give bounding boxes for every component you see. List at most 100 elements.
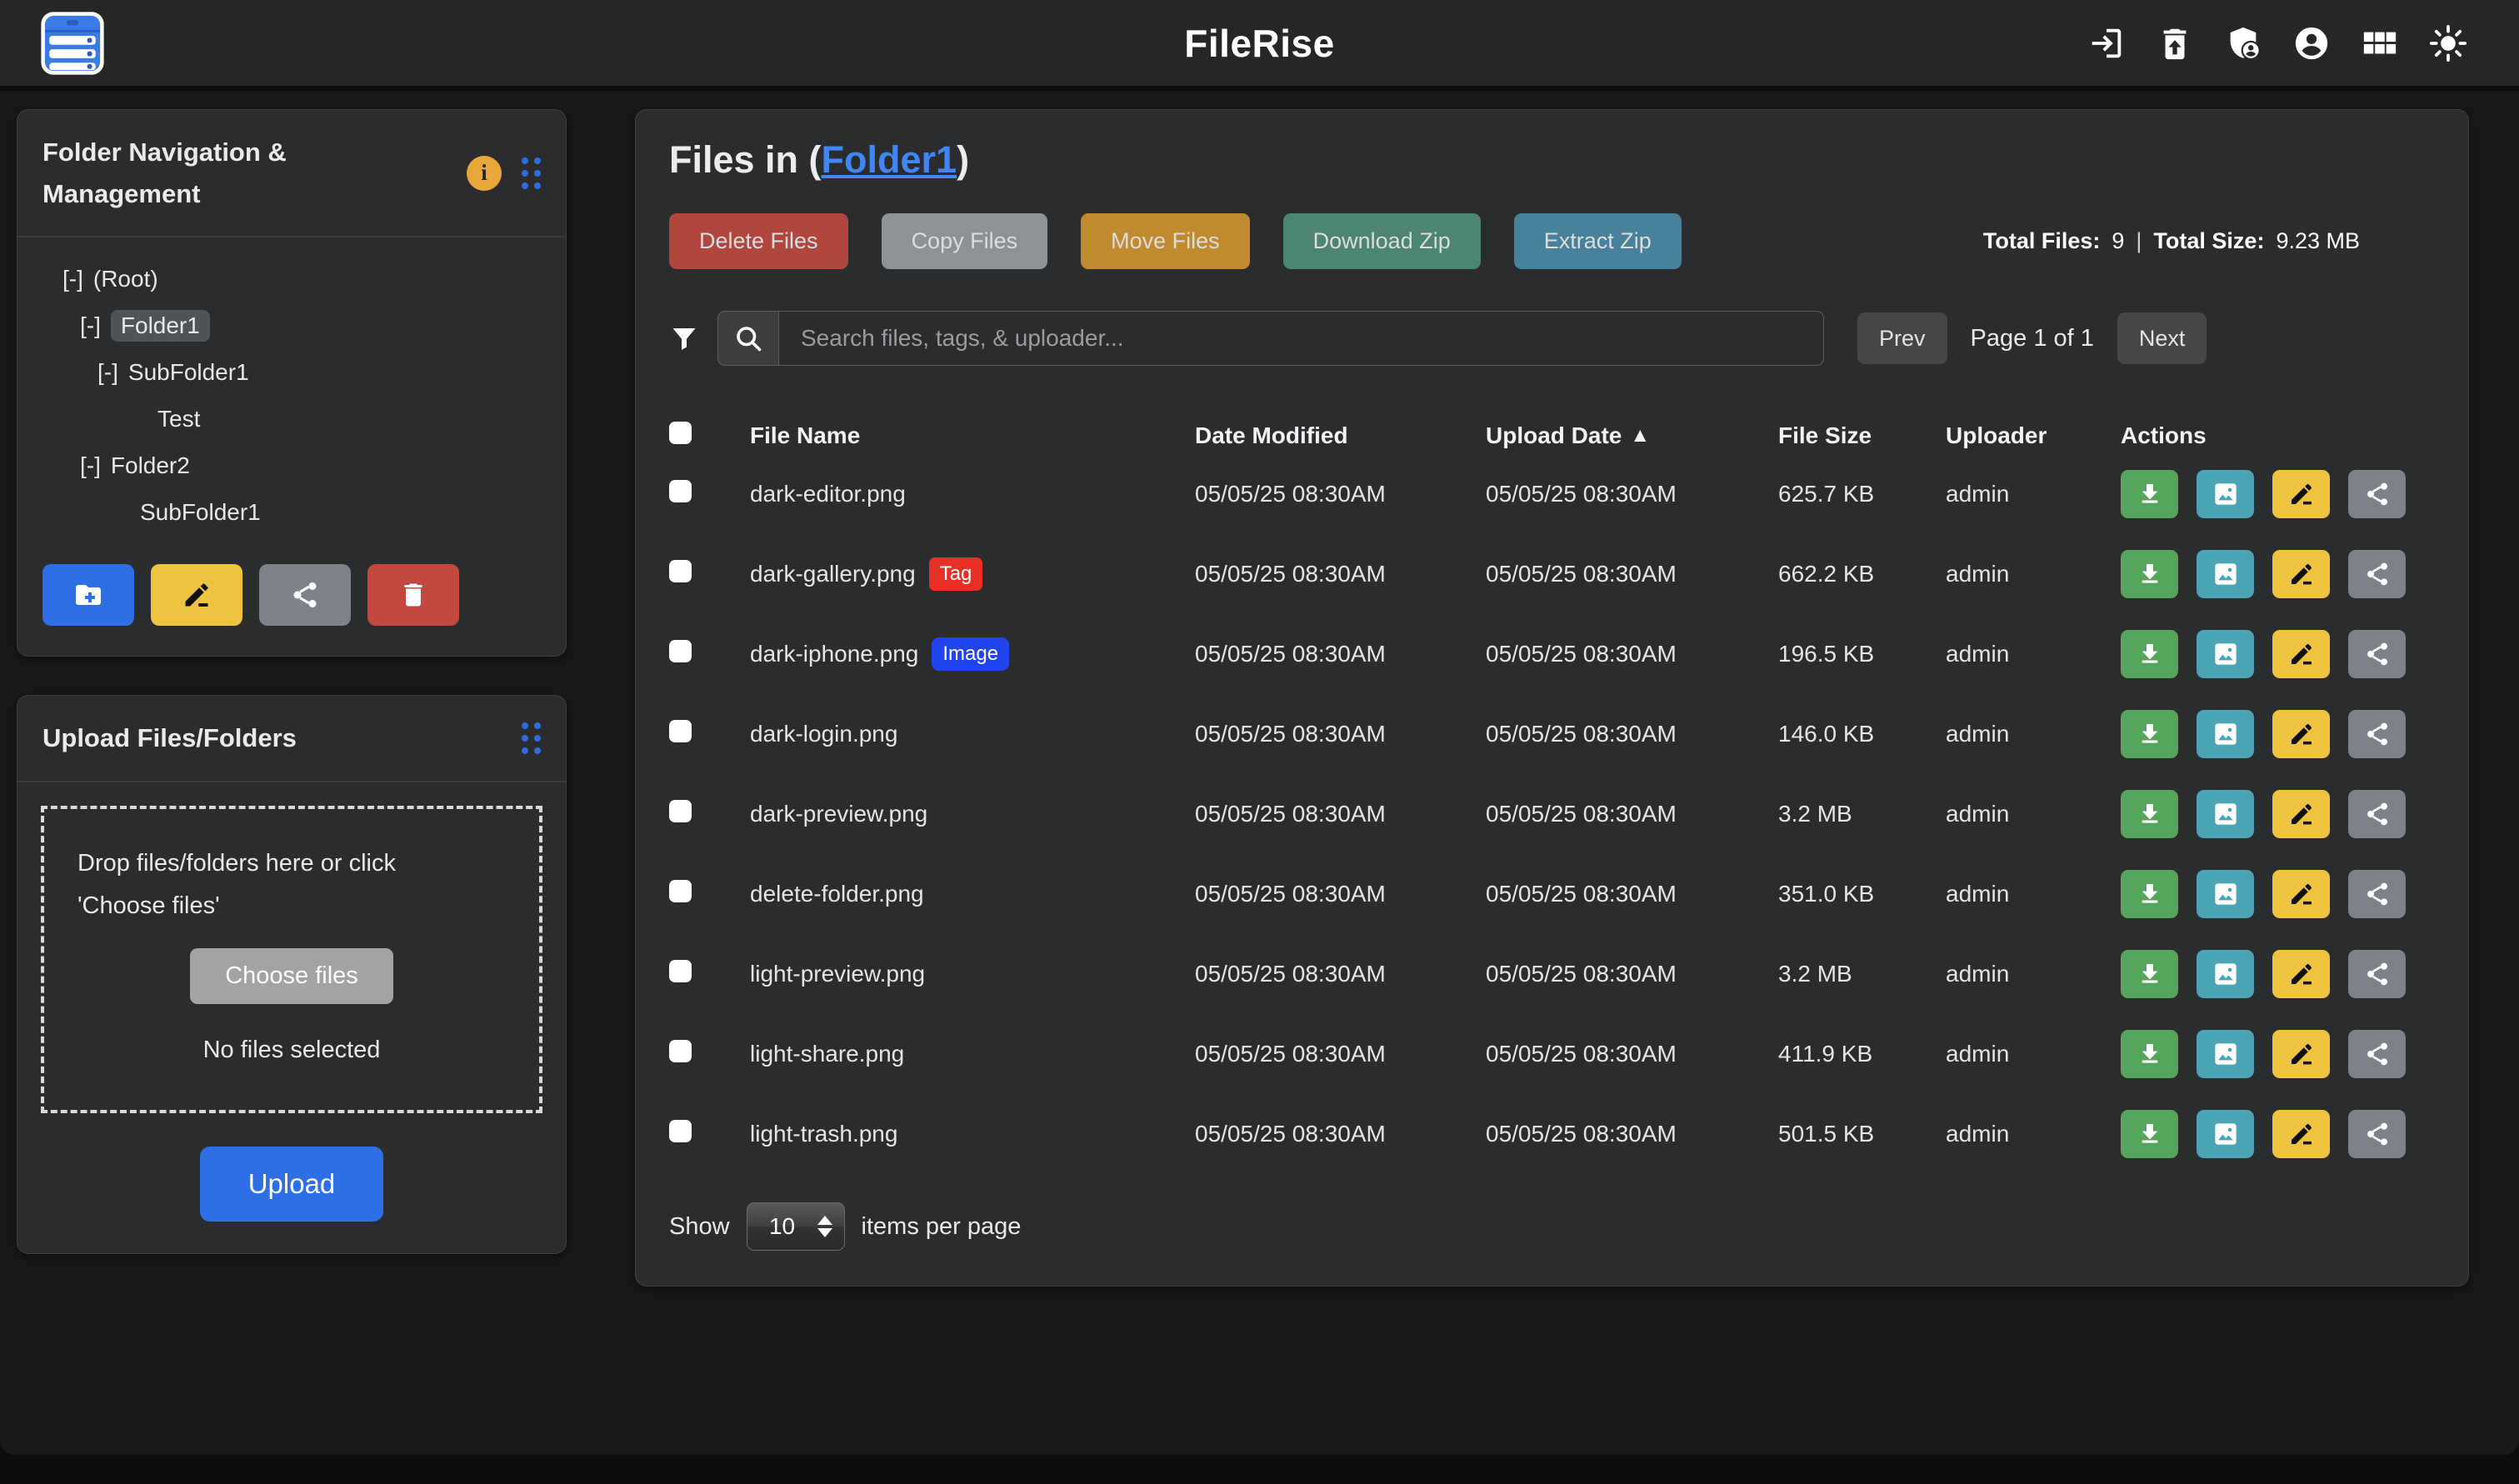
items-per-page-select[interactable]: 10: [747, 1202, 845, 1251]
admin-shield-icon[interactable]: [2224, 24, 2262, 62]
share-folder-button[interactable]: [259, 564, 351, 626]
search-input[interactable]: [778, 311, 1824, 366]
filter-icon[interactable]: [669, 322, 699, 355]
preview-button[interactable]: [2197, 630, 2254, 678]
current-folder-link[interactable]: Folder1: [822, 138, 957, 181]
preview-button[interactable]: [2197, 470, 2254, 518]
tree-folder-label[interactable]: SubFolder1: [128, 359, 249, 386]
folder-tree-item[interactable]: [-] SubFolder1: [42, 349, 541, 396]
file-name[interactable]: dark-preview.png: [750, 801, 927, 827]
edit-button[interactable]: [2272, 790, 2330, 838]
create-folder-button[interactable]: [42, 564, 134, 626]
row-checkbox[interactable]: [669, 640, 692, 662]
login-icon[interactable]: [2087, 24, 2126, 62]
share-button[interactable]: [2348, 1030, 2406, 1078]
edit-button[interactable]: [2272, 870, 2330, 918]
row-checkbox[interactable]: [669, 720, 692, 742]
upload-dropzone[interactable]: Drop files/folders here or click 'Choose…: [41, 806, 542, 1113]
select-all-checkbox[interactable]: [669, 422, 692, 444]
download-button[interactable]: [2121, 710, 2178, 758]
share-button[interactable]: [2348, 630, 2406, 678]
tree-folder-label[interactable]: SubFolder1: [140, 499, 261, 526]
download-button[interactable]: [2121, 470, 2178, 518]
preview-button[interactable]: [2197, 950, 2254, 998]
tree-folder-label[interactable]: Folder2: [111, 452, 190, 479]
tree-toggle[interactable]: [-]: [62, 266, 83, 292]
tree-toggle[interactable]: [-]: [80, 452, 101, 479]
file-name[interactable]: light-preview.png: [750, 961, 925, 987]
user-icon[interactable]: [2292, 24, 2331, 62]
col-file-name[interactable]: File Name: [750, 422, 1195, 449]
share-button[interactable]: [2348, 710, 2406, 758]
drag-handle-icon[interactable]: [522, 157, 541, 189]
tree-folder-label[interactable]: Folder1: [111, 310, 210, 342]
download-zip-button[interactable]: Download Zip: [1283, 213, 1481, 269]
folder-tree-item[interactable]: SubFolder1: [42, 489, 541, 536]
delete-files-button[interactable]: Delete Files: [669, 213, 848, 269]
grid-view-icon[interactable]: [2361, 24, 2399, 62]
download-button[interactable]: [2121, 950, 2178, 998]
file-name[interactable]: delete-folder.png: [750, 881, 924, 907]
preview-button[interactable]: [2197, 1110, 2254, 1158]
drag-handle-icon[interactable]: [522, 722, 541, 754]
filerise-logo-icon[interactable]: [37, 7, 108, 79]
download-button[interactable]: [2121, 870, 2178, 918]
row-checkbox[interactable]: [669, 560, 692, 582]
tree-toggle[interactable]: [-]: [80, 312, 101, 339]
tree-toggle[interactable]: [-]: [97, 359, 118, 386]
info-icon[interactable]: i: [467, 156, 502, 191]
edit-button[interactable]: [2272, 550, 2330, 598]
row-checkbox[interactable]: [669, 960, 692, 982]
file-name[interactable]: dark-iphone.png: [750, 641, 918, 667]
rename-folder-button[interactable]: [151, 564, 242, 626]
row-checkbox[interactable]: [669, 880, 692, 902]
move-files-button[interactable]: Move Files: [1081, 213, 1250, 269]
delete-folder-button[interactable]: [367, 564, 459, 626]
col-date-modified[interactable]: Date Modified: [1195, 422, 1486, 449]
edit-button[interactable]: [2272, 1030, 2330, 1078]
row-checkbox[interactable]: [669, 1120, 692, 1142]
row-checkbox[interactable]: [669, 480, 692, 502]
prev-page-button[interactable]: Prev: [1857, 312, 1947, 364]
share-button[interactable]: [2348, 950, 2406, 998]
tree-folder-label[interactable]: Test: [157, 406, 200, 432]
tree-folder-label[interactable]: (Root): [93, 266, 158, 292]
share-button[interactable]: [2348, 790, 2406, 838]
preview-button[interactable]: [2197, 870, 2254, 918]
share-button[interactable]: [2348, 470, 2406, 518]
copy-files-button[interactable]: Copy Files: [882, 213, 1048, 269]
file-name[interactable]: dark-login.png: [750, 721, 897, 747]
row-checkbox[interactable]: [669, 800, 692, 822]
download-button[interactable]: [2121, 790, 2178, 838]
choose-files-button[interactable]: Choose files: [190, 948, 393, 1004]
edit-button[interactable]: [2272, 1110, 2330, 1158]
folder-tree-item[interactable]: [-] Folder1: [42, 302, 541, 349]
edit-button[interactable]: [2272, 950, 2330, 998]
edit-button[interactable]: [2272, 470, 2330, 518]
preview-button[interactable]: [2197, 1030, 2254, 1078]
col-file-size[interactable]: File Size: [1778, 422, 1946, 449]
share-button[interactable]: [2348, 1110, 2406, 1158]
upload-button[interactable]: Upload: [200, 1147, 384, 1222]
next-page-button[interactable]: Next: [2117, 312, 2207, 364]
restore-trash-icon[interactable]: [2156, 24, 2194, 62]
search-icon[interactable]: [717, 311, 778, 366]
preview-button[interactable]: [2197, 550, 2254, 598]
preview-button[interactable]: [2197, 710, 2254, 758]
file-name[interactable]: dark-gallery.png: [750, 561, 916, 587]
file-name[interactable]: light-share.png: [750, 1041, 904, 1067]
light-mode-icon[interactable]: [2429, 24, 2467, 62]
folder-tree-item[interactable]: Test: [42, 396, 541, 442]
preview-button[interactable]: [2197, 790, 2254, 838]
edit-button[interactable]: [2272, 710, 2330, 758]
row-checkbox[interactable]: [669, 1040, 692, 1062]
folder-tree-item[interactable]: [-] (Root): [42, 256, 541, 302]
col-upload-date[interactable]: Upload Date▲: [1486, 422, 1778, 449]
col-uploader[interactable]: Uploader: [1946, 422, 2121, 449]
file-name[interactable]: dark-editor.png: [750, 481, 906, 507]
file-name[interactable]: light-trash.png: [750, 1121, 897, 1147]
extract-zip-button[interactable]: Extract Zip: [1514, 213, 1682, 269]
download-button[interactable]: [2121, 1110, 2178, 1158]
edit-button[interactable]: [2272, 630, 2330, 678]
share-button[interactable]: [2348, 870, 2406, 918]
